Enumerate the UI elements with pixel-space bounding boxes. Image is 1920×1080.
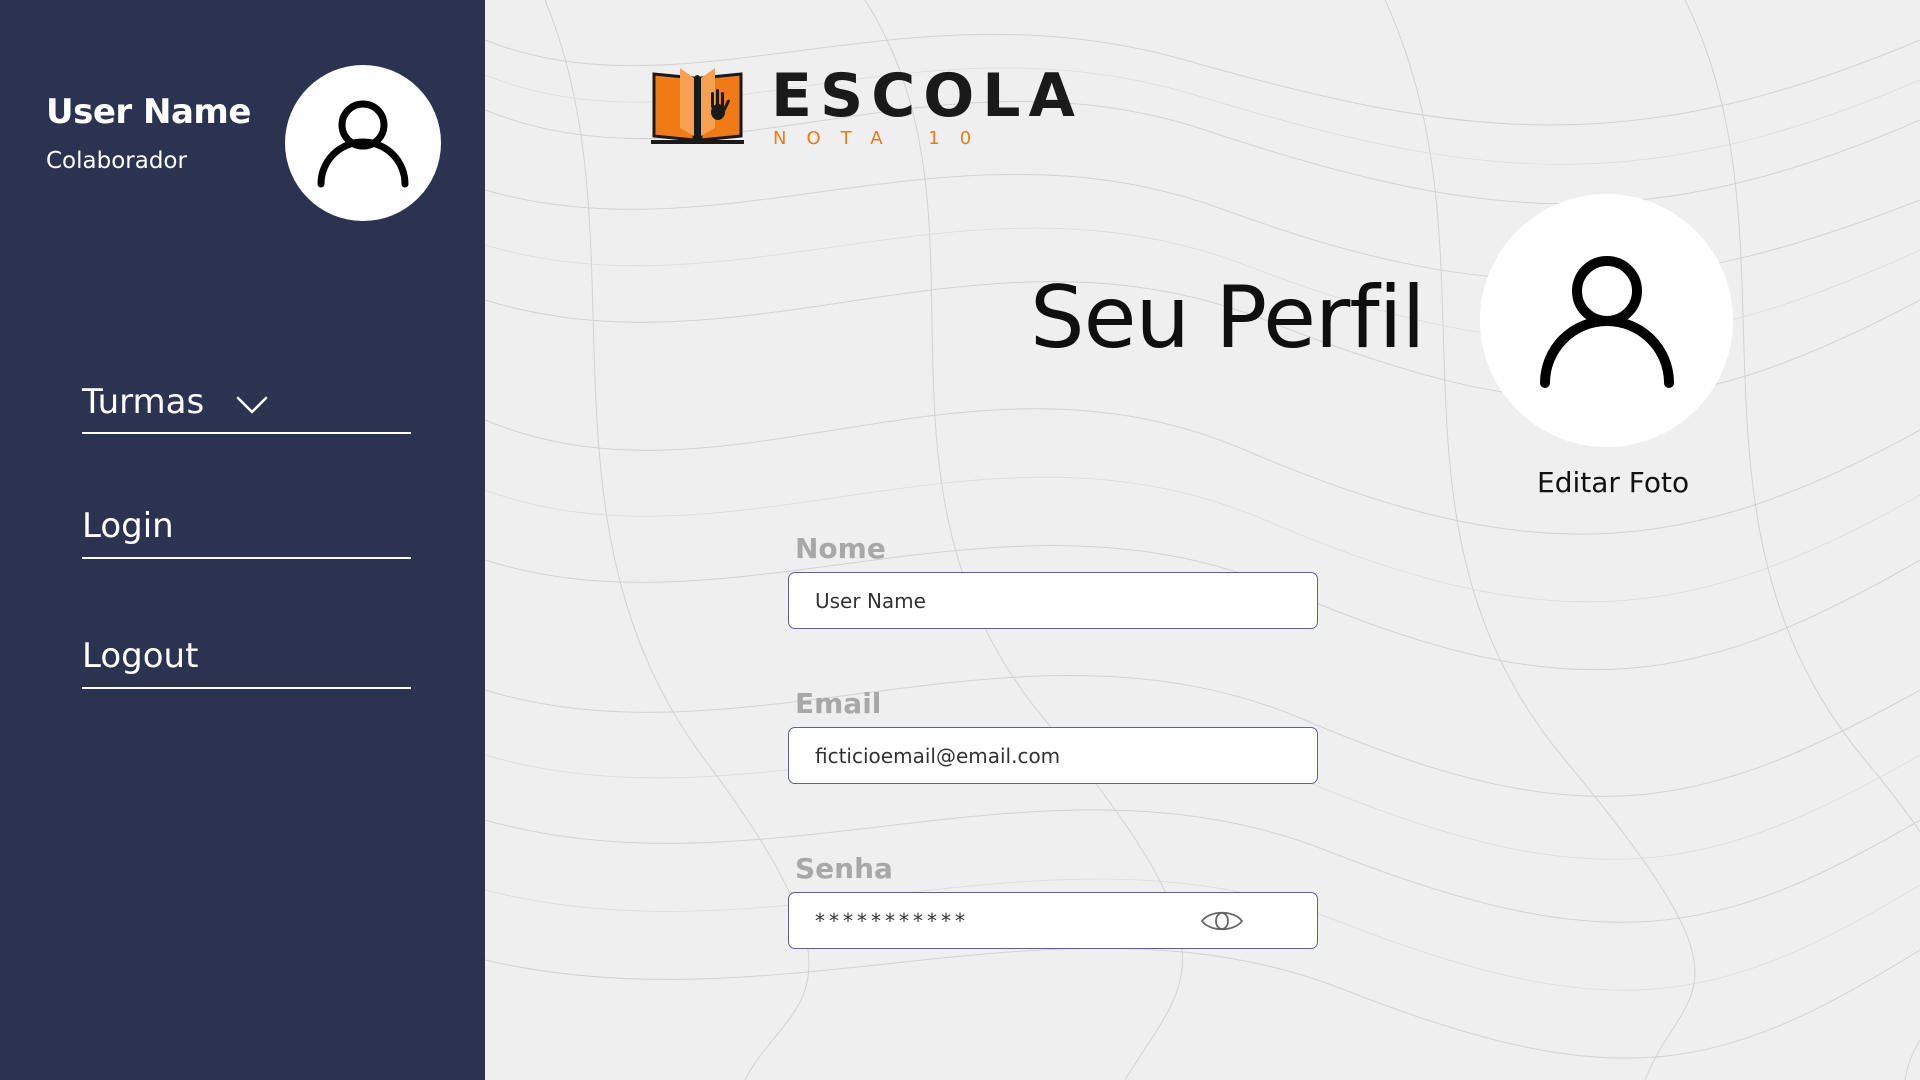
sidebar-item-login[interactable]: Login	[82, 495, 411, 559]
sidebar-user-role: Colaborador	[46, 148, 187, 174]
sidebar-item-label: Logout	[82, 636, 199, 676]
email-label: Email	[795, 687, 882, 720]
main-content: ESCOLA NOTA 10 Seu Perfil Editar Foto No…	[485, 0, 1920, 1080]
sidebar-item-logout[interactable]: Logout	[82, 625, 411, 689]
sidebar-avatar[interactable]	[285, 65, 441, 221]
page-title: Seu Perfil	[1030, 268, 1425, 368]
book-hand-icon	[651, 68, 744, 144]
email-field[interactable]	[788, 727, 1318, 784]
password-field-wrapper: ***********	[788, 892, 1318, 949]
logo-title: ESCOLA	[771, 61, 1083, 131]
eye-icon[interactable]	[1200, 907, 1244, 935]
logo-subtitle: NOTA 10	[773, 128, 992, 149]
sidebar-item-label: Login	[82, 506, 174, 546]
sidebar: User Name Colaborador Turmas Login Logou…	[0, 0, 485, 1080]
user-icon	[317, 100, 409, 188]
name-label: Nome	[795, 532, 886, 565]
name-field[interactable]	[788, 572, 1318, 629]
edit-photo-link[interactable]: Editar Foto	[1537, 466, 1689, 499]
sidebar-user-name: User Name	[46, 92, 251, 132]
profile-avatar[interactable]	[1480, 194, 1733, 447]
user-icon	[1539, 255, 1674, 388]
sidebar-item-turmas[interactable]: Turmas	[82, 372, 411, 434]
sidebar-item-label: Turmas	[82, 382, 205, 422]
school-logo: ESCOLA NOTA 10	[650, 62, 1083, 149]
password-label: Senha	[795, 852, 893, 885]
chevron-down-icon[interactable]	[236, 395, 268, 415]
